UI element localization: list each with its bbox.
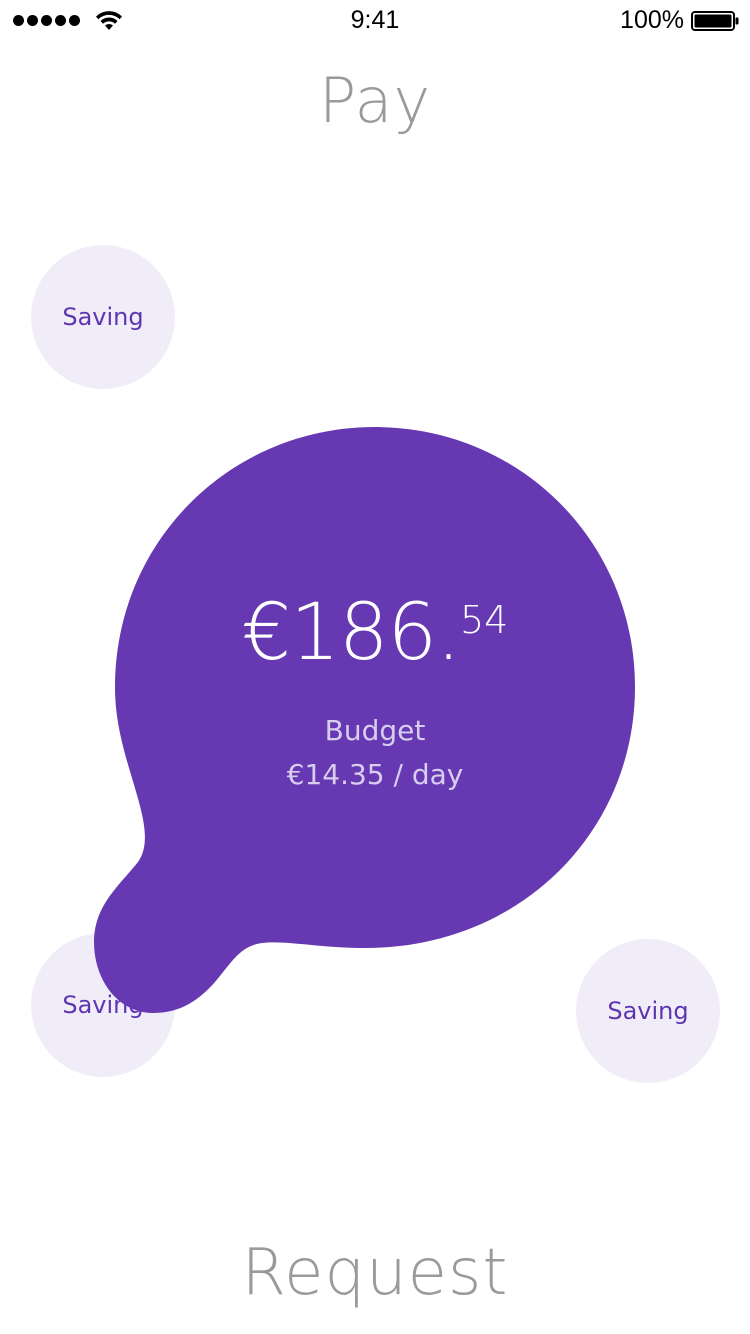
balance-amount-cents: 54 [459,598,509,642]
balance-amount-main: €186. [241,588,461,678]
budget-label: Budget [324,714,426,747]
pay-screen: 9:41 100% Pay Saving Saving Saving €186.… [0,0,750,1334]
balance-amount: €186.54 [0,588,750,678]
tab-request[interactable]: Request [0,1236,750,1310]
budget-rate: €14.35 / day [286,758,464,791]
